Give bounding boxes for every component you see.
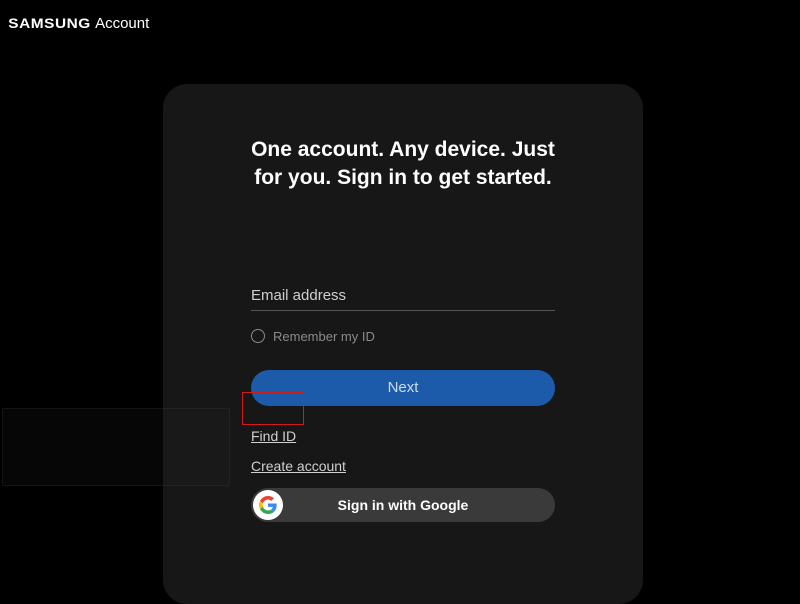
find-id-link[interactable]: Find ID — [251, 428, 555, 444]
signin-card: One account. Any device. Just for you. S… — [163, 84, 643, 604]
brand: SAMSUNG Account — [12, 15, 149, 32]
email-field-row — [251, 281, 555, 311]
samsung-logo: SAMSUNG — [8, 15, 91, 31]
google-signin-button[interactable]: Sign in with Google — [251, 488, 555, 522]
top-bar: SAMSUNG Account — [0, 0, 800, 48]
brand-subtitle: Account — [95, 15, 149, 32]
create-account-link[interactable]: Create account — [251, 458, 555, 474]
remember-radio-icon[interactable] — [251, 329, 265, 343]
remember-row[interactable]: Remember my ID — [251, 329, 555, 344]
google-signin-label: Sign in with Google — [338, 497, 469, 513]
google-icon — [253, 490, 283, 520]
email-input[interactable] — [251, 281, 555, 311]
remember-label: Remember my ID — [273, 329, 375, 344]
next-button[interactable]: Next — [251, 370, 555, 406]
hero-heading: One account. Any device. Just for you. S… — [251, 136, 555, 193]
